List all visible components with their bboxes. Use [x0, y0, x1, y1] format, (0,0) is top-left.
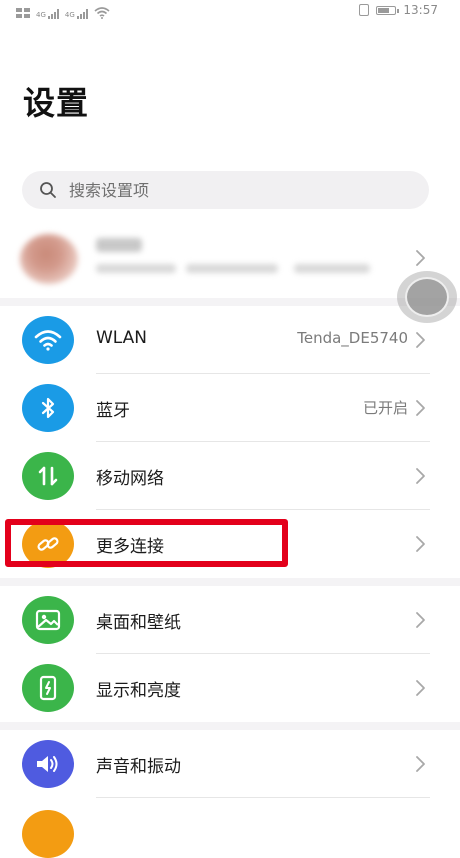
group-separator	[0, 722, 460, 730]
chevron-right-icon	[416, 680, 425, 696]
next-item-icon-partial	[22, 810, 74, 858]
floating-navigation-ball[interactable]	[397, 271, 457, 323]
account-detail-redacted	[96, 264, 176, 273]
floating-ball-inner	[405, 277, 449, 317]
chevron-right-icon	[416, 612, 425, 628]
group-separator	[0, 298, 460, 306]
settings-item-value: 已开启	[362, 399, 408, 417]
sim2-network-type: 4G	[64, 10, 75, 19]
search-icon	[40, 182, 56, 198]
settings-item-label: WLAN	[96, 328, 148, 348]
chevron-right-icon	[416, 400, 425, 416]
page-title: 设置	[23, 84, 90, 122]
bluetooth-icon	[22, 384, 74, 432]
status-right: 13:57	[359, 3, 438, 17]
settings-item-label: 声音和振动	[96, 757, 181, 777]
settings-item-mobile-network[interactable]: 移动网络	[0, 442, 460, 510]
chevron-right-icon	[416, 756, 425, 772]
wifi-status-icon	[94, 4, 110, 23]
sim-slot-icon	[16, 8, 30, 19]
signal-sim1-icon: 4G	[36, 8, 59, 19]
settings-item-bluetooth[interactable]: 蓝牙 已开启	[0, 374, 460, 442]
status-bar: 4G 4G 13:57	[0, 0, 460, 24]
chevron-right-icon	[416, 468, 425, 484]
chevron-right-icon	[416, 250, 425, 266]
phone-brightness-icon	[22, 664, 74, 712]
chevron-right-icon	[416, 536, 425, 552]
account-detail-redacted	[294, 264, 370, 273]
clock: 13:57	[403, 3, 438, 17]
avatar	[20, 234, 78, 284]
settings-item-label: 显示和亮度	[96, 681, 181, 701]
settings-item-label: 蓝牙	[96, 401, 130, 421]
highlight-annotation-box	[5, 519, 288, 567]
chevron-right-icon	[416, 332, 425, 348]
settings-item-wallpaper[interactable]: 桌面和壁纸	[0, 586, 460, 654]
search-input[interactable]	[67, 179, 391, 201]
settings-item-value: Tenda_DE5740	[297, 329, 408, 347]
settings-item-wlan[interactable]: WLAN Tenda_DE5740	[0, 306, 460, 374]
wifi-icon	[22, 316, 74, 364]
mobile-data-icon	[22, 452, 74, 500]
picture-icon	[22, 596, 74, 644]
vibrate-icon	[359, 4, 370, 16]
settings-item-label: 移动网络	[96, 469, 164, 489]
signal-sim2-icon: 4G	[64, 8, 88, 19]
account-detail-redacted	[186, 264, 278, 273]
row-divider	[96, 797, 430, 798]
group-separator	[0, 578, 460, 586]
settings-item-label: 桌面和壁纸	[96, 613, 181, 633]
battery-icon	[376, 5, 400, 15]
settings-item-display[interactable]: 显示和亮度	[0, 654, 460, 722]
status-left: 4G 4G	[16, 4, 110, 23]
sim1-network-type: 4G	[36, 10, 46, 19]
account-row[interactable]	[0, 222, 460, 300]
battery-fill	[378, 7, 390, 13]
settings-item-sound[interactable]: 声音和振动	[0, 730, 460, 798]
search-bar[interactable]	[22, 171, 429, 209]
account-name-redacted	[96, 238, 142, 252]
speaker-icon	[22, 740, 74, 788]
